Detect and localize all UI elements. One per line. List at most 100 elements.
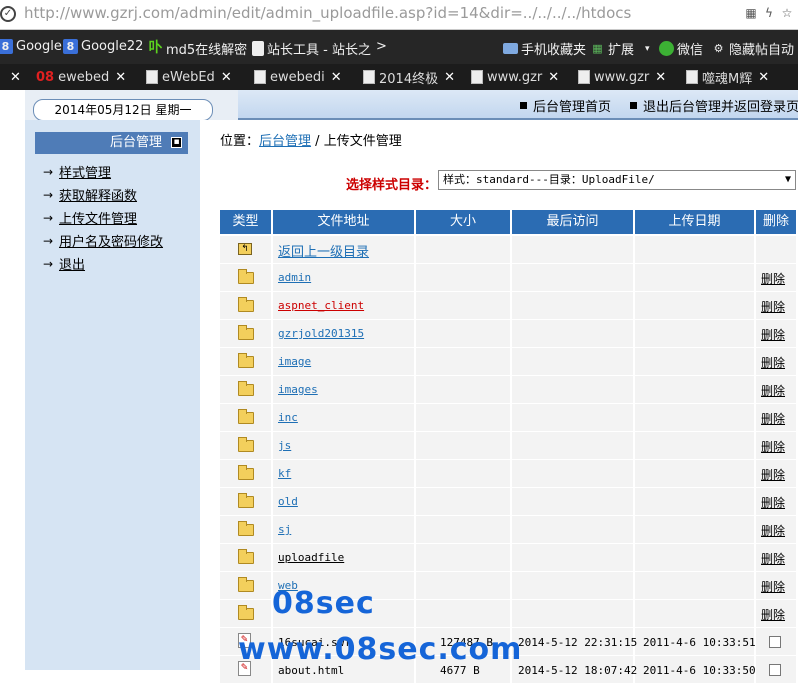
close-icon[interactable]: ✕ [331,70,342,85]
table-cell [512,376,633,403]
folder-icon[interactable] [238,325,254,340]
folder-icon[interactable] [238,297,254,312]
bookmark-chinaz[interactable]: 站长工具 - 站长之 [252,39,371,58]
table-row: js 删除 [220,432,796,459]
folder-link[interactable]: admin [278,271,311,284]
close-icon[interactable]: ✕ [221,70,232,85]
delete-link[interactable]: 删除 [761,326,785,343]
table-cell [273,460,414,487]
folder-link[interactable]: aspnet_client [278,299,364,312]
bookmark-google22[interactable]: 8 Google22 [63,39,143,54]
folder-link[interactable]: js [278,439,291,452]
close-icon[interactable]: ✕ [10,70,21,85]
delete-checkbox[interactable] [769,664,781,676]
folder-link[interactable]: kf [278,467,291,480]
folder-icon[interactable] [238,437,254,452]
parent-dir-link[interactable]: 返回上一级目录 [278,241,369,260]
lightning-icon[interactable]: ϟ [762,6,776,22]
folder-icon[interactable] [238,381,254,396]
folder-link[interactable]: image [278,355,311,368]
folder-icon[interactable] [238,465,254,480]
folder-icon[interactable] [238,353,254,368]
extensions-menu[interactable]: ▦ 扩展 ▾ [590,39,650,58]
close-icon[interactable]: ✕ [548,70,559,85]
bookmark-mobile-favorites[interactable]: 手机收藏夹 [503,39,586,58]
qr-code-icon[interactable]: ▦ [744,6,758,22]
tab-4[interactable]: 2014终极 ✕ [363,64,463,90]
delete-link[interactable]: 删除 [761,354,785,371]
folder-link[interactable]: sj [278,523,291,536]
col-type: 类型 [220,210,271,234]
collapse-icon[interactable]: ▪ [171,137,182,148]
url-input[interactable]: http://www.gzrj.com/admin/edit/admin_upl… [24,4,631,22]
table-cell [635,348,754,375]
tab-6[interactable]: www.gzr ✕ [578,64,678,90]
delete-link[interactable]: 删除 [761,382,785,399]
bookmark-hide-posts[interactable]: ⚙ 隐藏帖自动 [711,39,794,58]
table-cell [635,404,754,431]
tab-5[interactable]: www.gzr ✕ [471,64,571,90]
tab-2[interactable]: eWebEd ✕ [146,64,246,90]
table-cell [635,292,754,319]
delete-checkbox[interactable] [769,636,781,648]
sidebar-title[interactable]: 后台管理 ▪ [35,132,188,154]
sidebar-item-functions[interactable]: → 获取解释函数 [43,185,137,205]
table-cell [416,600,510,627]
table-cell [416,264,510,291]
header-nav: 后台管理首页 退出后台管理并返回登录页 [238,90,798,120]
delete-link[interactable]: 删除 [761,270,785,287]
folder-icon[interactable] [238,549,254,564]
table-cell [635,432,754,459]
delete-link[interactable]: 删除 [761,438,785,455]
delete-link[interactable]: 删除 [761,550,785,567]
table-cell [273,432,414,459]
star-icon[interactable]: ☆ [780,6,794,22]
delete-link[interactable]: 删除 [761,522,785,539]
folder-link[interactable]: old [278,495,298,508]
sidebar-item-style[interactable]: → 样式管理 [43,162,111,182]
sidebar-item-exit[interactable]: → 退出 [43,254,85,274]
sidebar-item-upload[interactable]: → 上传文件管理 [43,208,137,228]
table-cell [416,432,510,459]
folder-up-icon[interactable]: ↰ [238,243,252,255]
shield-icon[interactable]: ✓ [0,6,16,22]
delete-link[interactable]: 删除 [761,466,785,483]
bookmarks-more[interactable]: > [376,39,387,54]
folder-link[interactable]: uploadfile [278,551,344,564]
logout-link[interactable]: 退出后台管理并返回登录页 [630,96,798,115]
folder-link[interactable]: gzrjold201315 [278,327,364,340]
close-icon[interactable]: ✕ [655,70,666,85]
tab-3[interactable]: ewebedi ✕ [254,64,354,90]
folder-icon[interactable] [238,605,254,620]
home-link[interactable]: 后台管理首页 [520,96,611,115]
close-icon[interactable]: ✕ [444,70,455,85]
breadcrumb-link[interactable]: 后台管理 [259,134,311,149]
tab-close[interactable]: ✕ [4,64,21,90]
tab-7[interactable]: 噬魂M辉 ✕ [686,64,798,90]
close-icon[interactable]: ✕ [758,70,769,85]
close-icon[interactable]: ✕ [115,70,126,85]
tab-1[interactable]: 08 ewebed ✕ [36,64,136,90]
delete-link[interactable]: 删除 [761,494,785,511]
table-row-parent: ↰ 返回上一级目录 [220,236,796,263]
style-select[interactable]: 样式：standard---目录：UploadFile/ ▼ [438,170,796,190]
bookmark-md5[interactable]: 卟 md5在线解密 [148,39,247,58]
folder-icon[interactable] [238,493,254,508]
bookmark-google[interactable]: 8 Google [0,39,62,54]
sidebar-item-password[interactable]: → 用户名及密码修改 [43,231,163,251]
sidebar: 后台管理 ▪ → 样式管理 → 获取解释函数 → 上传文件管理 → 用户名及密码修改 →… [25,120,200,670]
folder-link[interactable]: images [278,383,318,396]
folder-icon[interactable] [238,269,254,284]
table-row: admin 删除 [220,264,796,291]
delete-link[interactable]: 删除 [761,606,785,623]
bookmark-wechat[interactable]: 微信 [659,39,703,58]
delete-link[interactable]: 删除 [761,298,785,315]
table-header: 类型 文件地址 大小 最后访问 上传日期 删除 [220,210,796,234]
folder-link[interactable]: inc [278,411,298,424]
folder-icon[interactable] [238,577,254,592]
delete-link[interactable]: 删除 [761,578,785,595]
table-cell [635,236,754,263]
delete-link[interactable]: 删除 [761,410,785,427]
folder-icon[interactable] [238,409,254,424]
folder-icon[interactable] [238,521,254,536]
